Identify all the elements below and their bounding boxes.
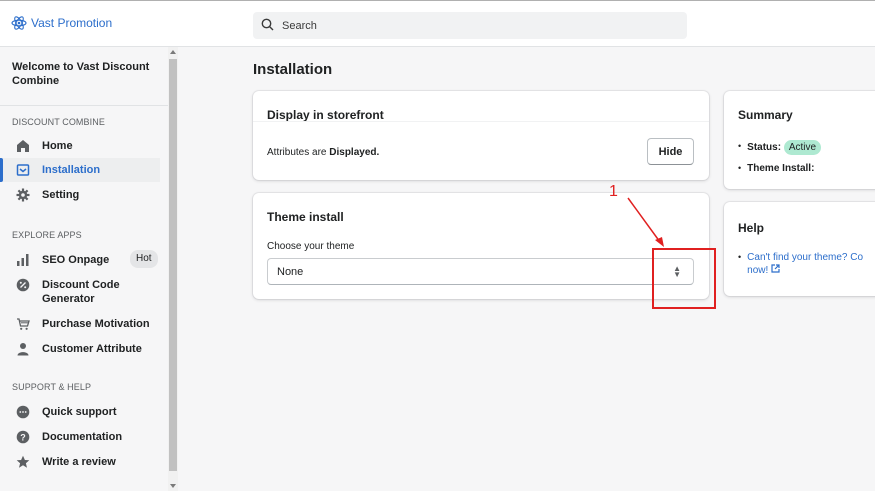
theme-select-value: None bbox=[277, 265, 304, 278]
sidebar-item-label: Quick support bbox=[42, 406, 117, 418]
external-link-icon bbox=[771, 264, 780, 276]
page-title: Installation bbox=[253, 61, 333, 78]
annotation-arrow-icon bbox=[627, 197, 664, 247]
status-badge: Active bbox=[783, 140, 822, 155]
scroll-up-arrow-icon[interactable] bbox=[170, 50, 176, 54]
sidebar-item-label: Purchase Motivation bbox=[42, 318, 150, 330]
card-title: Help bbox=[738, 221, 765, 235]
bullet-icon: • bbox=[738, 141, 742, 151]
search-input[interactable]: Search bbox=[253, 12, 687, 39]
search-placeholder: Search bbox=[282, 19, 317, 32]
card-title: Theme install bbox=[267, 210, 344, 224]
help-link[interactable]: Can't find your theme? Co now! bbox=[747, 251, 863, 277]
theme-select[interactable]: None ▲ ▼ bbox=[267, 258, 694, 285]
sidebar-item-label: Customer Attribute bbox=[42, 343, 142, 355]
sidebar-item-customer-attribute[interactable]: Customer Attribute bbox=[0, 342, 160, 356]
bullet-icon: • bbox=[738, 252, 742, 262]
cart-icon bbox=[16, 317, 30, 331]
sidebar-item-installation[interactable]: Installation bbox=[0, 158, 160, 182]
sidebar-item-label: Installation bbox=[42, 164, 101, 176]
scroll-down-arrow-icon[interactable] bbox=[170, 484, 176, 488]
sidebar: Welcome to Vast Discount Combine DISCOUN… bbox=[0, 47, 178, 491]
sidebar-item-label: Write a review bbox=[42, 456, 116, 468]
sidebar-scrollbar[interactable] bbox=[168, 47, 178, 491]
svg-text:?: ? bbox=[20, 433, 26, 443]
annotation-number: 1 bbox=[609, 183, 618, 200]
atom-logo-icon bbox=[11, 15, 27, 31]
search-icon bbox=[261, 18, 274, 34]
sidebar-item-label: Discount Code Generator bbox=[42, 279, 120, 305]
divider bbox=[0, 105, 168, 106]
annotation-highlight-box bbox=[652, 248, 716, 309]
hide-button[interactable]: Hide bbox=[647, 138, 694, 165]
scroll-thumb[interactable] bbox=[169, 59, 177, 471]
bar-chart-icon bbox=[16, 253, 30, 267]
sidebar-item-label: Home bbox=[42, 140, 73, 152]
section-heading-discount: DISCOUNT COMBINE bbox=[12, 117, 105, 127]
card-title: Summary bbox=[738, 108, 793, 122]
discount-icon bbox=[16, 278, 30, 292]
top-bar: Vast Promotion Search bbox=[0, 0, 875, 47]
home-icon bbox=[16, 139, 30, 153]
sidebar-item-seo-onpage[interactable]: SEO Onpage Hot bbox=[0, 250, 160, 268]
welcome-title: Welcome to Vast Discount Combine bbox=[12, 61, 150, 87]
theme-install-label: Theme Install: bbox=[747, 163, 815, 174]
card-title: Display in storefront bbox=[267, 108, 384, 122]
sidebar-item-label: Documentation bbox=[42, 431, 123, 443]
star-icon bbox=[16, 455, 30, 469]
display-status-text: Attributes are Displayed. bbox=[267, 147, 379, 158]
display-status-value: Displayed. bbox=[329, 147, 380, 158]
sidebar-item-home[interactable]: Home bbox=[0, 139, 160, 153]
sidebar-item-setting[interactable]: Setting bbox=[0, 188, 160, 202]
summary-theme-row: • Theme Install: bbox=[738, 162, 814, 175]
sidebar-item-documentation[interactable]: ? Documentation bbox=[0, 430, 160, 444]
summary-card: Summary • Status: Active • Theme Install… bbox=[724, 91, 875, 189]
section-heading-support: SUPPORT & HELP bbox=[12, 382, 92, 392]
sidebar-item-quick-support[interactable]: Quick support bbox=[0, 405, 160, 419]
display-status-prefix: Attributes are bbox=[267, 147, 330, 158]
summary-status-row: • Status: Active bbox=[738, 140, 822, 155]
status-label: Status: bbox=[747, 142, 782, 153]
bullet-icon: • bbox=[738, 163, 742, 173]
brand-logo[interactable]: Vast Promotion bbox=[11, 15, 112, 31]
section-heading-explore: EXPLORE APPS bbox=[12, 230, 82, 240]
help-link-text-2: now! bbox=[747, 265, 769, 276]
person-icon bbox=[16, 342, 30, 356]
divider bbox=[253, 121, 709, 122]
help-link-row: • Can't find your theme? Co now! bbox=[738, 251, 875, 277]
sidebar-item-discount-code-generator[interactable]: Discount Code Generator bbox=[0, 278, 160, 306]
question-icon: ? bbox=[16, 430, 30, 444]
theme-select-label: Choose your theme bbox=[267, 241, 355, 252]
sidebar-item-label: SEO Onpage bbox=[42, 254, 110, 266]
hot-badge: Hot bbox=[130, 250, 158, 268]
help-card: Help • Can't find your theme? Co now! bbox=[724, 202, 875, 296]
display-storefront-card: Display in storefront Attributes are Dis… bbox=[253, 91, 709, 180]
brand-name: Vast Promotion bbox=[31, 16, 113, 30]
help-link-text: Can't find your theme? Co bbox=[747, 252, 864, 263]
sidebar-item-write-review[interactable]: Write a review bbox=[0, 455, 160, 469]
chat-icon bbox=[16, 405, 30, 419]
inbox-icon bbox=[16, 163, 30, 177]
sidebar-item-purchase-motivation[interactable]: Purchase Motivation bbox=[0, 317, 160, 331]
sidebar-item-label: Setting bbox=[42, 189, 80, 201]
gear-icon bbox=[16, 188, 30, 202]
